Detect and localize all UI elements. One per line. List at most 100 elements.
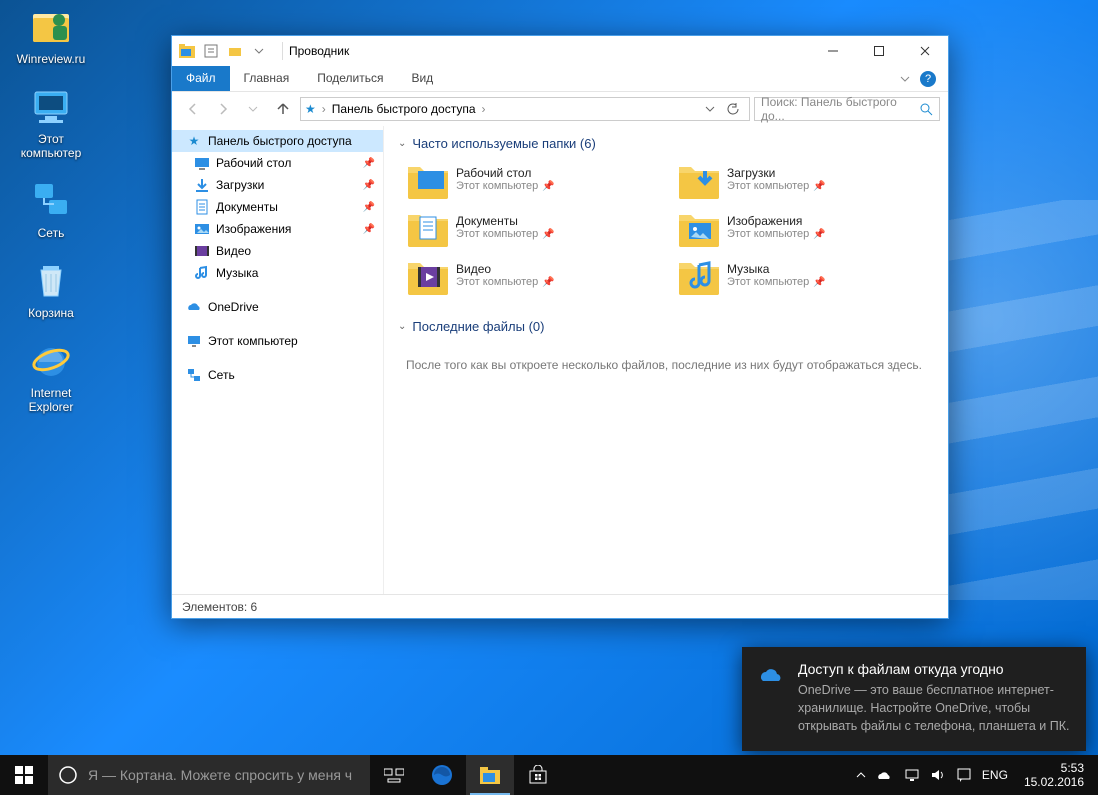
ribbon-tabs: Файл Главная Поделиться Вид ? bbox=[172, 66, 948, 92]
ribbon-expand-icon[interactable] bbox=[900, 74, 910, 84]
folder-name: Загрузки bbox=[727, 166, 826, 180]
taskbar-edge[interactable] bbox=[418, 755, 466, 795]
folder-icon bbox=[406, 161, 446, 197]
search-placeholder: Поиск: Панель быстрого до... bbox=[761, 95, 919, 123]
pictures-icon bbox=[194, 221, 210, 237]
qat-newfolder-icon[interactable] bbox=[224, 40, 246, 62]
content-pane: ⌄ Часто используемые папки (6) Рабочий с… bbox=[384, 126, 948, 594]
chevron-down-icon: ⌄ bbox=[398, 138, 406, 149]
tray-network-icon[interactable] bbox=[904, 755, 920, 795]
cortana-icon bbox=[58, 765, 78, 785]
nav-quick-access[interactable]: ★ Панель быстрого доступа bbox=[172, 130, 383, 152]
qat-dropdown-icon[interactable] bbox=[248, 40, 270, 62]
onedrive-icon bbox=[758, 661, 786, 689]
cortana-search[interactable]: Я — Кортана. Можете спросить у меня ч bbox=[48, 755, 370, 795]
folder-name: Видео bbox=[456, 262, 555, 276]
pin-icon: 📌 bbox=[363, 180, 375, 191]
folder-location: Этот компьютер 📌 bbox=[727, 180, 826, 192]
search-input[interactable]: Поиск: Панель быстрого до... bbox=[754, 97, 940, 121]
nav-item-documents[interactable]: Документы📌 bbox=[172, 196, 383, 218]
pin-icon: 📌 bbox=[363, 224, 375, 235]
folder-location: Этот компьютер 📌 bbox=[727, 228, 826, 240]
folder-item-desktop[interactable]: Рабочий столЭтот компьютер 📌 bbox=[406, 161, 663, 197]
clock-time: 5:53 bbox=[1024, 761, 1084, 775]
ribbon-tab-file[interactable]: Файл bbox=[172, 66, 230, 91]
desktop-icon-label: Сеть bbox=[38, 226, 65, 240]
maximize-button[interactable] bbox=[856, 36, 902, 66]
nav-item-videos[interactable]: Видео bbox=[172, 240, 383, 262]
tray-action-center-icon[interactable] bbox=[956, 755, 972, 795]
folder-item-pictures[interactable]: ИзображенияЭтот компьютер 📌 bbox=[677, 209, 934, 245]
pc-icon bbox=[29, 84, 73, 128]
nav-item-desktop[interactable]: Рабочий стол📌 bbox=[172, 152, 383, 174]
tray-language[interactable]: ENG bbox=[982, 755, 1008, 795]
desktop-icon-this-pc[interactable]: Этот компьютер bbox=[8, 84, 94, 160]
pc-icon bbox=[186, 333, 202, 349]
task-view-button[interactable] bbox=[370, 755, 418, 795]
section-recent-files[interactable]: ⌄ Последние файлы (0) bbox=[398, 319, 934, 334]
nav-up-button[interactable] bbox=[270, 96, 296, 122]
tray-volume-icon[interactable] bbox=[930, 755, 946, 795]
pin-icon: 📌 bbox=[542, 229, 554, 240]
nav-this-pc[interactable]: Этот компьютер bbox=[172, 330, 383, 352]
status-bar: Элементов: 6 bbox=[172, 594, 948, 618]
network-icon bbox=[29, 178, 73, 222]
desktop-icon-recycle-bin[interactable]: Корзина bbox=[8, 258, 94, 320]
folder-name: Рабочий стол bbox=[456, 166, 555, 180]
folder-item-documents[interactable]: ДокументыЭтот компьютер 📌 bbox=[406, 209, 663, 245]
ribbon-tab-view[interactable]: Вид bbox=[397, 66, 447, 91]
recent-empty-message: После того как вы откроете несколько фай… bbox=[398, 344, 934, 386]
pin-icon: 📌 bbox=[813, 181, 825, 192]
titlebar[interactable]: Проводник bbox=[172, 36, 948, 66]
desktop-icon bbox=[194, 155, 210, 171]
address-dropdown-icon[interactable] bbox=[705, 104, 715, 114]
start-button[interactable] bbox=[0, 755, 48, 795]
tray-clock[interactable]: 5:53 15.02.2016 bbox=[1018, 761, 1090, 790]
folder-location: Этот компьютер 📌 bbox=[456, 180, 555, 192]
user-folder-icon bbox=[29, 4, 73, 48]
tray-onedrive-icon[interactable] bbox=[876, 755, 894, 795]
help-icon[interactable]: ? bbox=[920, 71, 936, 87]
pin-icon: 📌 bbox=[542, 277, 554, 288]
nav-network[interactable]: Сеть bbox=[172, 364, 383, 386]
qat-properties-icon[interactable] bbox=[200, 40, 222, 62]
nav-recent-dropdown[interactable] bbox=[240, 96, 266, 122]
nav-item-downloads[interactable]: Загрузки📌 bbox=[172, 174, 383, 196]
taskbar-store[interactable] bbox=[514, 755, 562, 795]
desktop-icon-label: Internet Explorer bbox=[29, 386, 74, 414]
network-icon bbox=[186, 367, 202, 383]
folder-name: Документы bbox=[456, 214, 555, 228]
folder-item-downloads[interactable]: ЗагрузкиЭтот компьютер 📌 bbox=[677, 161, 934, 197]
onedrive-icon bbox=[186, 299, 202, 315]
tray-show-hidden[interactable] bbox=[856, 755, 866, 795]
nav-item-music[interactable]: Музыка bbox=[172, 262, 383, 284]
address-bar[interactable]: ★ › Панель быстрого доступа › bbox=[300, 97, 750, 121]
folder-item-videos[interactable]: ВидеоЭтот компьютер 📌 bbox=[406, 257, 663, 293]
close-button[interactable] bbox=[902, 36, 948, 66]
folder-icon bbox=[406, 209, 446, 245]
ribbon-tab-share[interactable]: Поделиться bbox=[303, 66, 397, 91]
nav-forward-button[interactable] bbox=[210, 96, 236, 122]
desktop-icon-network[interactable]: Сеть bbox=[8, 178, 94, 240]
section-frequent-folders[interactable]: ⌄ Часто используемые папки (6) bbox=[398, 136, 934, 151]
folder-icon bbox=[677, 161, 717, 197]
refresh-button[interactable] bbox=[721, 102, 745, 116]
nav-item-pictures[interactable]: Изображения📌 bbox=[172, 218, 383, 240]
nav-back-button[interactable] bbox=[180, 96, 206, 122]
onedrive-toast[interactable]: Доступ к файлам откуда угодно OneDrive —… bbox=[742, 647, 1086, 751]
folder-icon bbox=[677, 209, 717, 245]
nav-onedrive[interactable]: OneDrive bbox=[172, 296, 383, 318]
explorer-icon bbox=[178, 42, 196, 60]
desktop-icon-internet-explorer[interactable]: Internet Explorer bbox=[8, 338, 94, 414]
desktop-icon-label: Корзина bbox=[28, 306, 74, 320]
clock-date: 15.02.2016 bbox=[1024, 775, 1084, 789]
folder-item-music[interactable]: МузыкаЭтот компьютер 📌 bbox=[677, 257, 934, 293]
ribbon-tab-home[interactable]: Главная bbox=[230, 66, 304, 91]
folder-icon bbox=[677, 257, 717, 293]
toast-title: Доступ к файлам откуда угодно bbox=[798, 661, 1070, 677]
navigation-pane: ★ Панель быстрого доступа Рабочий стол📌 … bbox=[172, 126, 384, 594]
minimize-button[interactable] bbox=[810, 36, 856, 66]
quick-access-star-icon: ★ bbox=[305, 102, 316, 116]
desktop-icon-winreview[interactable]: Winreview.ru bbox=[8, 4, 94, 66]
taskbar-explorer[interactable] bbox=[466, 755, 514, 795]
